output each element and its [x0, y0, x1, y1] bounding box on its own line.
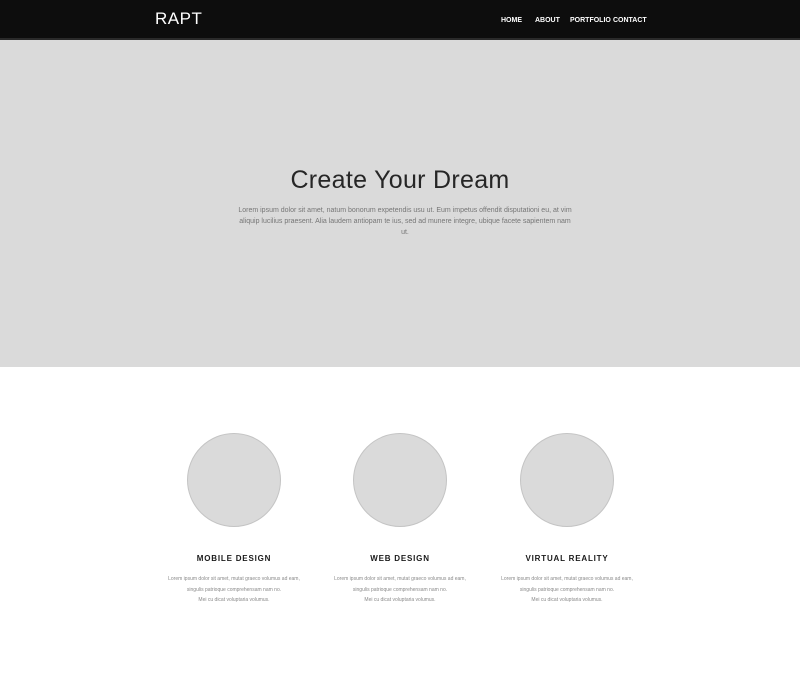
- feature-virtual-reality: VIRTUAL REALITY Lorem ipsum dolor sit am…: [477, 433, 657, 606]
- feature-text-line: singulis patrioque comprehensam nam no.: [186, 586, 282, 593]
- feature-image-placeholder: [187, 433, 281, 527]
- feature-image-placeholder: [520, 433, 614, 527]
- menu-item-about[interactable]: ABOUT: [535, 15, 560, 27]
- feature-mobile-design: MOBILE DESIGN Lorem ipsum dolor sit amet…: [144, 433, 324, 606]
- feature-text-line: Lorem ipsum dolor sit amet, mutat graeco…: [501, 576, 633, 582]
- feature-image-placeholder: [353, 433, 447, 527]
- main-menu: HOME ABOUT PORTFOLIO CONTACT: [0, 15, 800, 27]
- feature-description: Lorem ipsum dolor sit amet, mutat graeco…: [477, 574, 657, 606]
- feature-text-line: singulis patrioque comprehensam nam no.: [352, 586, 448, 593]
- feature-title: WEB DESIGN: [370, 554, 430, 563]
- feature-description: Lorem ipsum dolor sit amet, mutat graeco…: [310, 574, 490, 606]
- menu-item-portfolio[interactable]: PORTFOLIO: [570, 15, 611, 27]
- menu-item-contact[interactable]: CONTACT: [613, 15, 647, 27]
- feature-title: VIRTUAL REALITY: [525, 554, 609, 563]
- feature-text-line: singulis patrioque comprehensam nam no.: [519, 586, 615, 593]
- hero-section: Create Your Dream Lorem ipsum dolor sit …: [0, 40, 800, 367]
- feature-text-line: Mei cu dicat voluptaria volumus.: [364, 597, 436, 603]
- hero-description: Lorem ipsum dolor sit amet, natum bonoru…: [238, 207, 572, 236]
- feature-text-line: Mei cu dicat voluptaria volumus.: [531, 597, 603, 603]
- feature-text-line: Mei cu dicat voluptaria volumus.: [198, 597, 270, 603]
- feature-web-design: WEB DESIGN Lorem ipsum dolor sit amet, m…: [310, 433, 490, 606]
- feature-text-line: Lorem ipsum dolor sit amet, mutat graeco…: [334, 576, 466, 582]
- feature-text-line: Lorem ipsum dolor sit amet, mutat graeco…: [168, 576, 300, 582]
- top-navbar: RAPT HOME ABOUT PORTFOLIO CONTACT: [0, 0, 800, 40]
- feature-title: MOBILE DESIGN: [196, 554, 272, 563]
- hero-title: Create Your Dream: [290, 166, 510, 194]
- feature-description: Lorem ipsum dolor sit amet, mutat graeco…: [144, 574, 324, 606]
- menu-item-home[interactable]: HOME: [501, 15, 522, 27]
